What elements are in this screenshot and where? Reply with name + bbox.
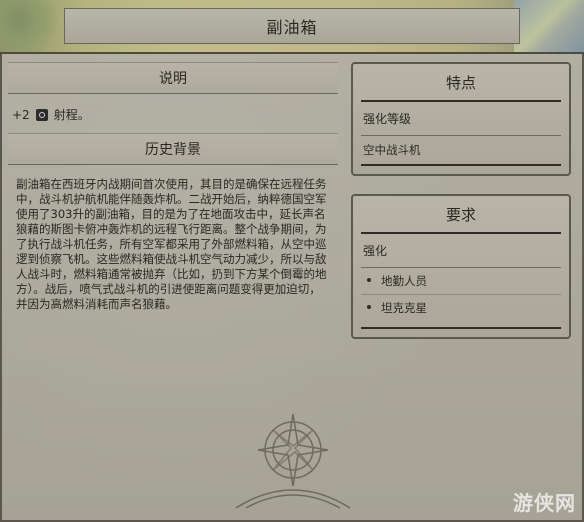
watermark: 游侠网	[513, 491, 576, 515]
features-title: 特点	[361, 64, 561, 102]
requirement-item-label: 地勤人员	[381, 274, 427, 288]
compass-rose-icon	[235, 413, 351, 509]
right-column: 特点 强化等级 空中战斗机 要求 强化 地勤人员 坦克克星	[351, 62, 571, 357]
features-bottom-rule	[361, 164, 561, 166]
requirements-bottom-rule	[361, 327, 561, 329]
requirements-list: 地勤人员 坦克克星	[361, 268, 561, 327]
requirement-item: 地勤人员	[361, 268, 561, 295]
requirement-item: 坦克克星	[361, 295, 561, 321]
requirement-item-label: 坦克克星	[381, 301, 427, 315]
range-icon	[35, 108, 48, 121]
description-title: 说明	[159, 71, 187, 87]
bonus-row: +2 射程。	[8, 100, 338, 133]
upgrade-level-label: 强化等级	[361, 102, 561, 136]
bonus-value: +2	[12, 107, 30, 122]
upgrade-level-value: 空中战斗机	[363, 143, 421, 157]
title-plate: 副油箱	[64, 8, 520, 44]
map-decoration-right	[514, 0, 584, 52]
bullet-icon	[367, 305, 371, 309]
requirements-subtitle: 强化	[361, 234, 561, 268]
features-panel: 特点 强化等级 空中战斗机	[351, 62, 571, 176]
left-column: 说明 +2 射程。 历史背景 副油箱在西班牙内战期间首次使用，其目的是确保在远程…	[8, 62, 338, 312]
bonus-label: 射程。	[53, 108, 90, 122]
description-header: 说明	[8, 62, 338, 94]
history-text: 副油箱在西班牙内战期间首次使用，其目的是确保在远程任务中，战斗机护航机能伴随轰炸…	[16, 177, 327, 311]
header: 副油箱	[0, 0, 584, 54]
history-title: 历史背景	[145, 142, 201, 158]
page-title: 副油箱	[266, 18, 318, 37]
history-header: 历史背景	[8, 133, 338, 165]
requirements-title: 要求	[361, 196, 561, 234]
requirements-panel: 要求 强化 地勤人员 坦克克星	[351, 194, 571, 339]
bullet-icon	[367, 278, 371, 282]
